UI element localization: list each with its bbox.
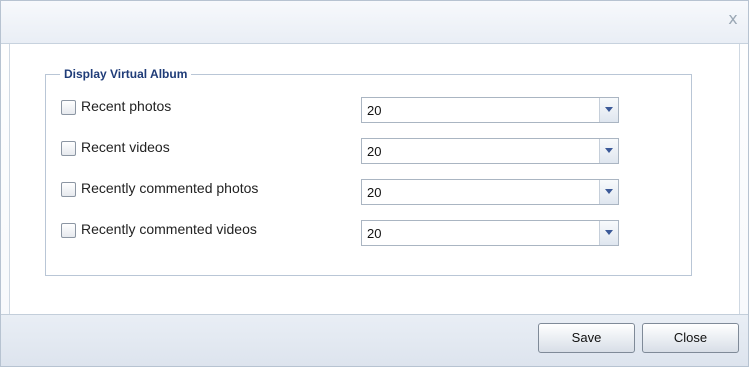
recent-photos-checkbox[interactable]	[61, 100, 76, 115]
option-row-recently-commented-photos: Recently commented photos 20	[46, 179, 686, 205]
option-row-recent-videos: Recent videos 20	[46, 138, 686, 164]
select-value: 20	[367, 144, 382, 159]
recently-commented-videos-checkbox[interactable]	[61, 223, 76, 238]
recent-photos-label: Recent photos	[81, 98, 172, 114]
recently-commented-photos-label: Recently commented photos	[81, 180, 259, 196]
recent-videos-checkbox[interactable]	[61, 141, 76, 156]
recently-commented-photos-count-select[interactable]: 20	[361, 179, 619, 205]
option-row-recent-photos: Recent photos 20	[46, 97, 686, 123]
dialog-footer: Save Close	[1, 314, 748, 366]
select-value: 20	[367, 226, 382, 241]
recently-commented-videos-label: Recently commented videos	[81, 221, 257, 237]
recent-photos-count-select[interactable]: 20	[361, 97, 619, 123]
select-value: 20	[367, 103, 382, 118]
close-button[interactable]: Close	[642, 323, 739, 353]
close-icon[interactable]: x	[725, 11, 741, 27]
virtual-album-dialog: x Display Virtual Album Recent photos 20…	[0, 0, 749, 367]
dialog-titlebar: x	[1, 1, 748, 44]
recently-commented-photos-checkbox[interactable]	[61, 182, 76, 197]
save-button[interactable]: Save	[538, 323, 635, 353]
chevron-down-icon[interactable]	[599, 98, 618, 122]
recent-videos-count-select[interactable]: 20	[361, 138, 619, 164]
option-row-recently-commented-videos: Recently commented videos 20	[46, 220, 686, 246]
fieldset-legend: Display Virtual Album	[60, 67, 192, 81]
dialog-body: Display Virtual Album Recent photos 20 R…	[9, 44, 740, 315]
recently-commented-videos-count-select[interactable]: 20	[361, 220, 619, 246]
recent-videos-label: Recent videos	[81, 139, 170, 155]
chevron-down-icon[interactable]	[599, 221, 618, 245]
display-virtual-album-fieldset: Display Virtual Album Recent photos 20 R…	[45, 67, 692, 276]
chevron-down-icon[interactable]	[599, 139, 618, 163]
chevron-down-icon[interactable]	[599, 180, 618, 204]
select-value: 20	[367, 185, 382, 200]
